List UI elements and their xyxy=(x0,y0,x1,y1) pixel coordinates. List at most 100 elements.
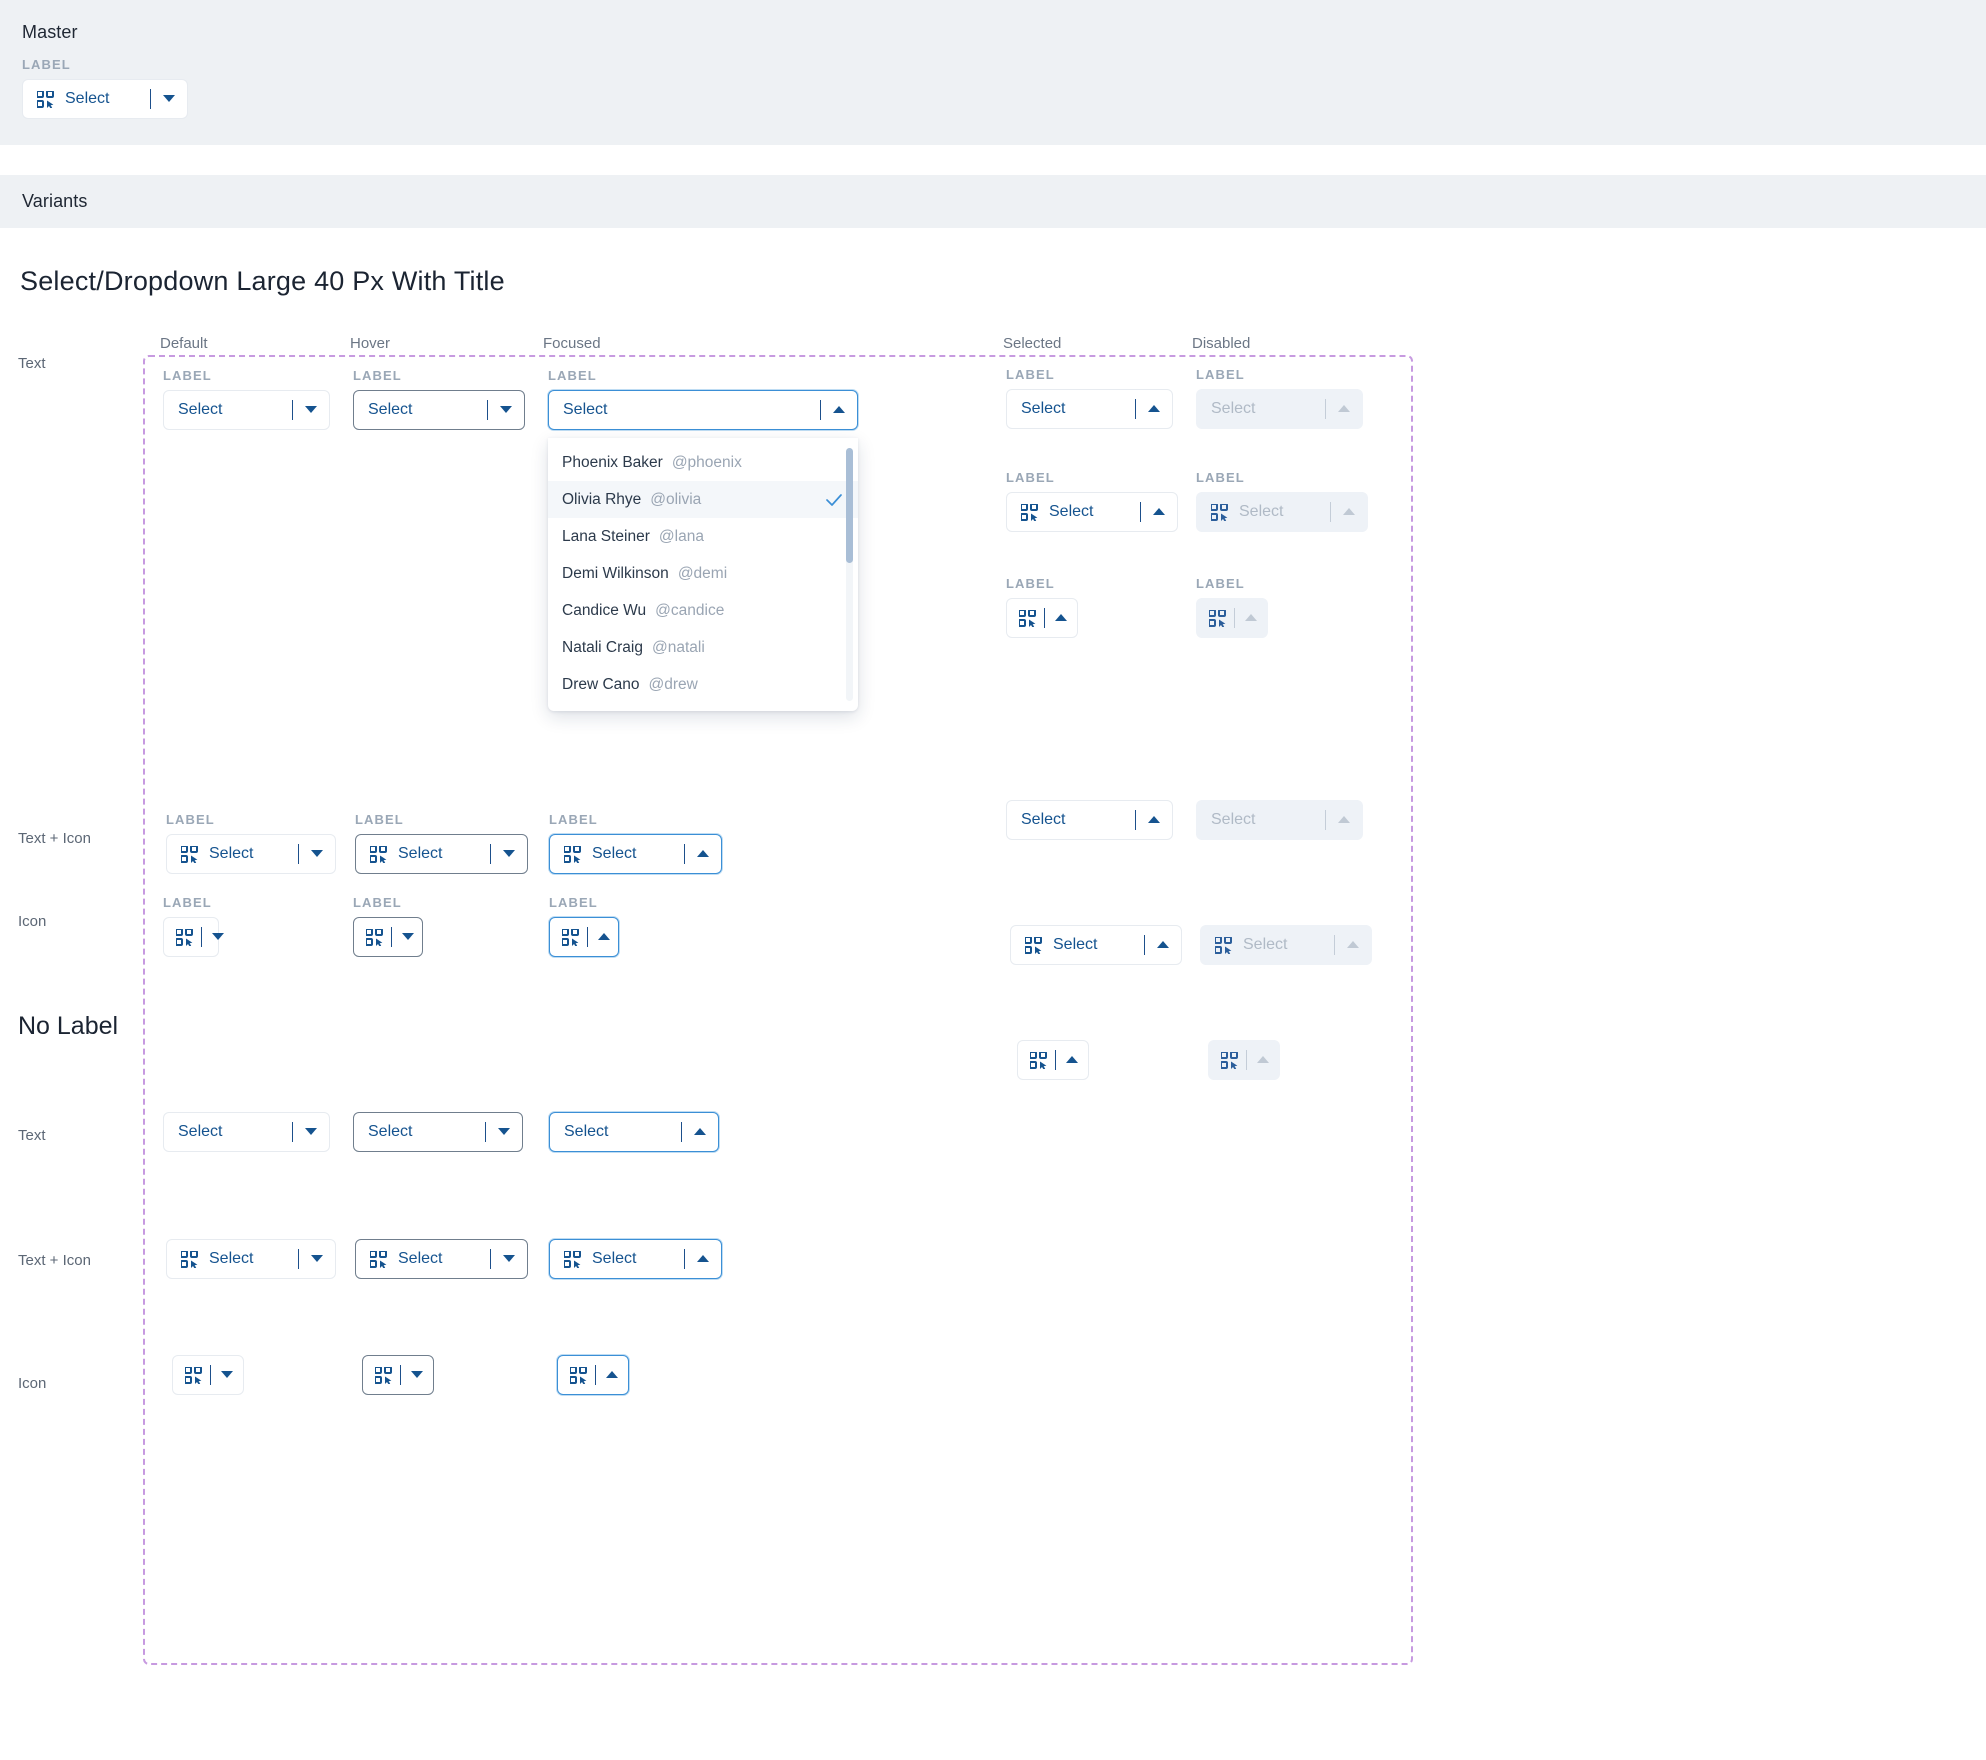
qr-cursor-icon xyxy=(185,1366,202,1384)
select-divider xyxy=(587,927,588,947)
nolabel-select-icon-default[interactable] xyxy=(172,1355,244,1395)
chevron-up-icon[interactable] xyxy=(1055,614,1067,622)
nolabel-select-texticon-focused[interactable]: Select xyxy=(549,1239,722,1279)
nolabel-select-texticon-default[interactable]: Select xyxy=(166,1239,336,1279)
chevron-down-icon[interactable] xyxy=(503,1255,515,1263)
select-text-default[interactable]: Select xyxy=(163,390,330,430)
chevron-up-icon[interactable] xyxy=(697,1255,709,1263)
select-texticon-disabled-row3: Select xyxy=(1200,925,1372,965)
no-label-heading: No Label xyxy=(18,1012,119,1040)
chevron-down-icon[interactable] xyxy=(503,850,515,858)
select-icon-hover[interactable] xyxy=(353,917,423,957)
nolabel-select-icon-hover[interactable] xyxy=(362,1355,434,1395)
field-label: LABEL xyxy=(549,812,598,827)
chevron-up-icon xyxy=(1257,1056,1269,1064)
chevron-down-icon[interactable] xyxy=(311,1255,323,1263)
select-texticon-disabled: Select xyxy=(1196,492,1368,532)
select-divider xyxy=(1325,399,1326,419)
select-value: Select xyxy=(209,845,254,862)
select-divider xyxy=(684,1249,685,1269)
chevron-down-icon[interactable] xyxy=(311,850,323,858)
select-placeholder: Select xyxy=(1211,400,1256,417)
list-item[interactable]: Candice Wu @candice xyxy=(548,592,858,629)
chevron-down-icon[interactable] xyxy=(305,1128,317,1136)
list-item[interactable]: Olivia Rhye @olivia xyxy=(548,481,858,518)
chevron-up-icon[interactable] xyxy=(1148,405,1160,413)
chevron-down-icon[interactable] xyxy=(500,406,512,414)
chevron-up-icon xyxy=(1347,941,1359,949)
list-item[interactable]: Demi Wilkinson @demi xyxy=(548,555,858,592)
chevron-down-icon[interactable] xyxy=(402,933,414,941)
chevron-up-icon[interactable] xyxy=(1066,1056,1078,1064)
chevron-up-icon[interactable] xyxy=(606,1371,618,1379)
vertical-scrollbar[interactable] xyxy=(846,448,853,563)
chevron-up-icon[interactable] xyxy=(1153,508,1165,516)
master-title: Master xyxy=(22,22,78,42)
nolabel-select-text-hover[interactable]: Select xyxy=(353,1112,523,1152)
select-texticon-focused[interactable]: Select xyxy=(549,834,722,874)
row-label-text-icon-no-label: Text + Icon xyxy=(18,1252,91,1269)
select-texticon-selected-row3[interactable]: Select xyxy=(1010,925,1182,965)
list-item[interactable]: Lana Steiner @lana xyxy=(548,518,858,555)
select-texticon-default[interactable]: Select xyxy=(166,834,336,874)
chevron-up-icon[interactable] xyxy=(833,406,845,414)
chevron-up-icon[interactable] xyxy=(598,933,610,941)
qr-cursor-icon xyxy=(570,1366,587,1384)
chevron-down-icon[interactable] xyxy=(411,1371,423,1379)
nolabel-select-icon-focused[interactable] xyxy=(557,1355,629,1395)
select-texticon-selected-row3-group: Select xyxy=(1010,925,1182,965)
row-label-text-no-label: Text xyxy=(18,1127,46,1144)
chevron-up-icon[interactable] xyxy=(1157,941,1169,949)
qr-cursor-icon xyxy=(375,1366,392,1384)
select-divider xyxy=(1246,1050,1247,1070)
column-header-focused: Focused xyxy=(543,335,601,352)
select-icon-selected[interactable] xyxy=(1006,598,1078,638)
select-icon-disabled-nolabel xyxy=(1208,1040,1280,1080)
nolabel-select-text-focused[interactable]: Select xyxy=(549,1112,719,1152)
select-texticon-selected-group: LABEL Select xyxy=(1006,470,1178,532)
row-label-icon-with-title: Icon xyxy=(18,913,47,930)
select-value: Select xyxy=(1049,503,1094,520)
field-label: LABEL xyxy=(549,895,598,910)
select-text-selected[interactable]: Select xyxy=(1006,389,1173,429)
select-divider xyxy=(595,1365,596,1385)
select-divider xyxy=(490,844,491,864)
chevron-down-icon[interactable] xyxy=(305,406,317,414)
list-item[interactable]: Phoenix Baker @phoenix xyxy=(548,444,858,481)
nolabel-select-texticon-focused-group: Select xyxy=(549,1239,722,1279)
select-text-selected-row2[interactable]: Select xyxy=(1006,800,1173,840)
select-icon-default[interactable] xyxy=(163,917,224,957)
nolabel-select-texticon-hover[interactable]: Select xyxy=(355,1239,528,1279)
chevron-down-icon[interactable] xyxy=(221,1371,233,1379)
select-divider xyxy=(292,400,293,420)
select-value: Select xyxy=(178,401,223,418)
chevron-down-icon[interactable] xyxy=(212,933,224,941)
select-texticon-selected[interactable]: Select xyxy=(1006,492,1178,532)
variants-section: Variants xyxy=(0,175,1986,228)
select-value: Select xyxy=(368,401,413,418)
chevron-up-icon[interactable] xyxy=(1148,816,1160,824)
qr-cursor-icon xyxy=(370,845,387,863)
select-texticon-hover[interactable]: Select xyxy=(355,834,528,874)
list-item[interactable]: Drew Cano @drew xyxy=(548,666,858,703)
nolabel-select-icon-hover-group xyxy=(362,1355,434,1395)
select-divider xyxy=(1055,1050,1056,1070)
chevron-down-icon[interactable] xyxy=(498,1128,510,1136)
select-text-focused[interactable]: Select xyxy=(548,390,858,430)
chevron-up-icon[interactable] xyxy=(697,850,709,858)
page-title: Select/Dropdown Large 40 Px With Title xyxy=(20,266,505,296)
chevron-up-icon[interactable] xyxy=(694,1128,706,1136)
select-divider xyxy=(391,927,392,947)
list-item[interactable]: Natali Craig @natali xyxy=(548,629,858,666)
select-text-hover[interactable]: Select xyxy=(353,390,525,430)
nolabel-select-text-default[interactable]: Select xyxy=(163,1112,330,1152)
master-select[interactable]: Select xyxy=(22,79,188,119)
select-divider xyxy=(292,1122,293,1142)
column-header-selected: Selected xyxy=(1003,335,1062,352)
select-icon-selected-nolabel[interactable] xyxy=(1017,1040,1089,1080)
nolabel-select-texticon-hover-group: Select xyxy=(355,1239,528,1279)
select-icon-focused[interactable] xyxy=(549,917,619,957)
select-texticon-disabled-row3-group: Select xyxy=(1200,925,1372,965)
dropdown-menu[interactable]: Phoenix Baker @phoenix Olivia Rhye @oliv… xyxy=(548,438,858,711)
chevron-down-icon[interactable] xyxy=(163,95,175,103)
